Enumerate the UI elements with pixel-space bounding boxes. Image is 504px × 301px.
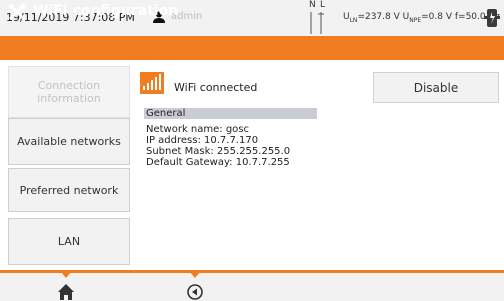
section-header-general: General: [144, 108, 317, 119]
sidebar-item-label: information: [37, 92, 101, 105]
sidebar-item-label: Available networks: [17, 135, 121, 148]
default-gateway: Default Gateway: 10.7.7.255: [146, 157, 290, 168]
sidebar-item-available-networks[interactable]: Available networks: [8, 118, 130, 165]
back-indicator-icon: [190, 272, 200, 278]
bottom-accent-line: [0, 270, 504, 273]
home-icon[interactable]: [58, 284, 74, 300]
plug-icon: [484, 9, 500, 27]
disable-button[interactable]: Disable: [373, 72, 499, 103]
subnet-mask: Subnet Mask: 255.255.255.0: [146, 146, 291, 157]
measurement-readout: ULN=237.8 V UNPE=0.8 V f=50.0 Hz: [343, 12, 500, 24]
sidebar-item-label: Connection: [37, 79, 101, 92]
sidebar-item-label: Preferred network: [19, 183, 119, 197]
sidebar-item-connection-information[interactable]: Connection information: [8, 66, 130, 118]
sidebar-item-lan[interactable]: LAN: [8, 218, 130, 265]
disable-button-label: Disable: [413, 80, 459, 95]
home-indicator-icon: [61, 272, 71, 278]
page-title: WiFi configuration: [33, 3, 179, 19]
sidebar-item-label: LAN: [57, 235, 81, 248]
wifi-status-text: WiFi connected: [174, 81, 258, 94]
tools-icon: [8, 3, 26, 20]
wifi-signal-icon: [140, 72, 164, 94]
ip-address: IP address: 10.7.7.170: [146, 135, 259, 146]
back-icon[interactable]: [187, 284, 203, 300]
sidebar-item-preferred-network[interactable]: Preferred network: [8, 168, 130, 212]
bottom-bar: [0, 270, 504, 301]
nl-indicator-icon: [310, 12, 324, 34]
network-name: Network name: gosc: [146, 124, 250, 135]
title-bar: [0, 36, 504, 60]
